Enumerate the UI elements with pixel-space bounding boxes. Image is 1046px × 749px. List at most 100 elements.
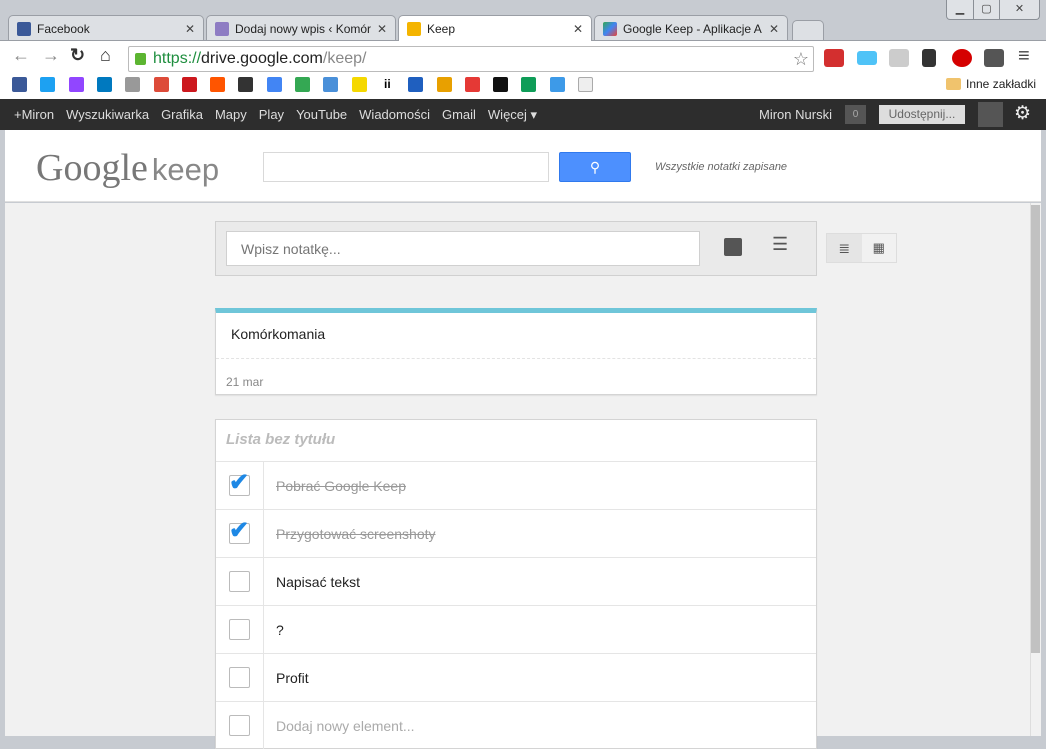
gbar-link[interactable]: +Miron [14, 107, 54, 123]
facebook-icon [17, 21, 31, 36]
tab-facebook[interactable]: Facebook ✕ [8, 15, 204, 41]
grid-view-icon[interactable]: ▦ [862, 234, 897, 262]
drive-bookmark-icon[interactable] [521, 77, 537, 92]
ii-bookmark-icon[interactable]: ii [379, 77, 395, 92]
list-title[interactable]: Lista bez tytułu [216, 420, 816, 461]
image-icon[interactable] [724, 238, 742, 256]
youtube-bookmark-icon[interactable] [181, 77, 197, 92]
item-text[interactable]: ? [264, 622, 284, 638]
close-icon[interactable]: ✕ [377, 22, 387, 36]
gbar-link[interactable]: Mapy [215, 107, 247, 123]
google-plus-bookmark-icon[interactable] [153, 77, 169, 92]
gbar-link[interactable]: Grafika [161, 107, 203, 123]
gbar-link[interactable]: Wiadomości [359, 107, 430, 123]
info-bookmark-icon[interactable] [493, 77, 509, 92]
twitch-bookmark-icon[interactable] [68, 77, 84, 92]
tab-keep[interactable]: Keep ✕ [398, 15, 592, 41]
save-status: Wszystkie notatki zapisane [655, 161, 788, 173]
star-bookmark-icon[interactable] [408, 77, 424, 92]
news-bookmark-icon[interactable] [125, 77, 141, 92]
search-icon: ⚲ [589, 159, 601, 175]
tab-wordpress[interactable]: Dodaj nowy wpis ‹ Komór ✕ [206, 15, 396, 41]
scrollbar-thumb[interactable] [1031, 205, 1040, 653]
note-date: 21 mar [226, 375, 264, 389]
gbar-link[interactable]: Play [259, 107, 284, 123]
note-input[interactable] [226, 231, 700, 266]
gbar-link[interactable]: Więcej ▾ [488, 107, 537, 123]
dropbox-bookmark-icon[interactable] [549, 77, 565, 92]
smiley-bookmark-icon[interactable] [351, 77, 367, 92]
list-card: Lista bez tytułu ✔ Pobrać Google Keep ✔ Prz… [215, 419, 817, 749]
7u-bookmark-icon[interactable] [436, 77, 452, 92]
adblock-icon[interactable] [952, 49, 972, 67]
back-icon[interactable]: ← [12, 45, 30, 66]
menu-icon[interactable]: ≡ [1018, 45, 1030, 68]
notification-count[interactable]: 0 [845, 105, 866, 124]
maximize-button[interactable]: ▢ [973, 0, 999, 19]
pocket-icon[interactable] [984, 49, 1004, 67]
gmail-extension-icon[interactable] [824, 49, 844, 67]
item-text[interactable]: Profit [264, 670, 309, 686]
gbar-link[interactable]: YouTube [296, 107, 347, 123]
gear-icon[interactable]: ⚙ [1014, 102, 1031, 125]
share-button[interactable]: Udostępnij... [879, 105, 965, 124]
close-icon[interactable]: ✕ [769, 22, 779, 36]
soundcloud-bookmark-icon[interactable] [210, 77, 226, 92]
wykop-bookmark-icon[interactable] [323, 77, 339, 92]
google-bar: +Miron Wyszukiwarka Grafika Mapy Play YouTube… [0, 99, 1046, 130]
checkbox[interactable]: ✔ [216, 462, 264, 509]
forward-icon[interactable]: → [42, 45, 60, 66]
film-bookmark-icon[interactable] [238, 77, 254, 92]
checkbox[interactable] [216, 606, 264, 653]
item-text[interactable]: Przygotować screenshoty [264, 526, 436, 542]
item-text[interactable]: Pobrać Google Keep [264, 478, 406, 494]
docs-bookmark-icon[interactable] [266, 77, 282, 92]
close-icon[interactable]: ✕ [185, 22, 195, 36]
play-bookmark-icon[interactable] [295, 77, 310, 92]
list-item: ✔ Pobrać Google Keep [216, 461, 816, 509]
list-view-icon[interactable]: ≣ [827, 234, 862, 262]
page-bookmark-icon[interactable] [578, 77, 593, 92]
home-icon[interactable]: ⌂ [100, 45, 111, 66]
address-bar[interactable]: https://drive.google.com/keep/ ☆ [128, 46, 814, 72]
other-bookmarks[interactable]: Inne zakładki [966, 77, 1036, 91]
wykop-extension-icon[interactable] [889, 49, 909, 67]
avatar[interactable] [978, 102, 1003, 127]
checkbox[interactable] [216, 558, 264, 605]
gbar-link[interactable]: Wyszukiwarka [66, 107, 149, 123]
tab-play[interactable]: Google Keep - Aplikacje A ✕ [594, 15, 788, 41]
checkbox-box [229, 667, 250, 688]
checkbox[interactable]: ✔ [216, 510, 264, 557]
chat-extension-icon[interactable] [857, 51, 877, 65]
checkbox[interactable] [216, 654, 264, 701]
close-icon[interactable]: ✕ [573, 22, 583, 36]
folder-icon [946, 78, 961, 90]
star-bookmark-icon[interactable]: ☆ [793, 47, 809, 71]
add-item-input[interactable]: Dodaj nowy element... [264, 718, 415, 734]
list-item: Napisać tekst [216, 557, 816, 605]
twitter-bookmark-icon[interactable] [40, 77, 56, 92]
gbar-link[interactable]: Gmail [442, 107, 476, 123]
check-icon: ✔ [229, 469, 250, 496]
note-card[interactable]: Komórkomania 21 mar [215, 308, 817, 395]
minimize-button[interactable]: ▁ [947, 0, 973, 19]
new-list-icon[interactable]: ☰ [772, 234, 788, 255]
search-input[interactable] [263, 152, 549, 182]
checkbox-box [229, 571, 250, 592]
lock-icon [135, 53, 146, 65]
search-button[interactable]: ⚲ [559, 152, 631, 182]
user-name[interactable]: Miron Nurski [759, 107, 832, 122]
close-window-button[interactable]: ✕ [999, 0, 1039, 19]
phone-extension-icon[interactable] [922, 49, 936, 67]
new-tab-button[interactable] [792, 20, 824, 40]
facebook-bookmark-icon[interactable] [12, 77, 27, 92]
add-item-row[interactable]: Dodaj nowy element... [216, 701, 816, 749]
t-bookmark-icon[interactable] [464, 77, 480, 92]
trello-bookmark-icon[interactable] [96, 77, 112, 92]
reload-icon[interactable]: ↻ [70, 45, 85, 66]
item-text[interactable]: Napisać tekst [264, 574, 360, 590]
list-item: ? [216, 605, 816, 653]
list-item: Profit [216, 653, 816, 701]
play-store-icon [603, 21, 617, 36]
logo: Google keep [36, 147, 220, 189]
